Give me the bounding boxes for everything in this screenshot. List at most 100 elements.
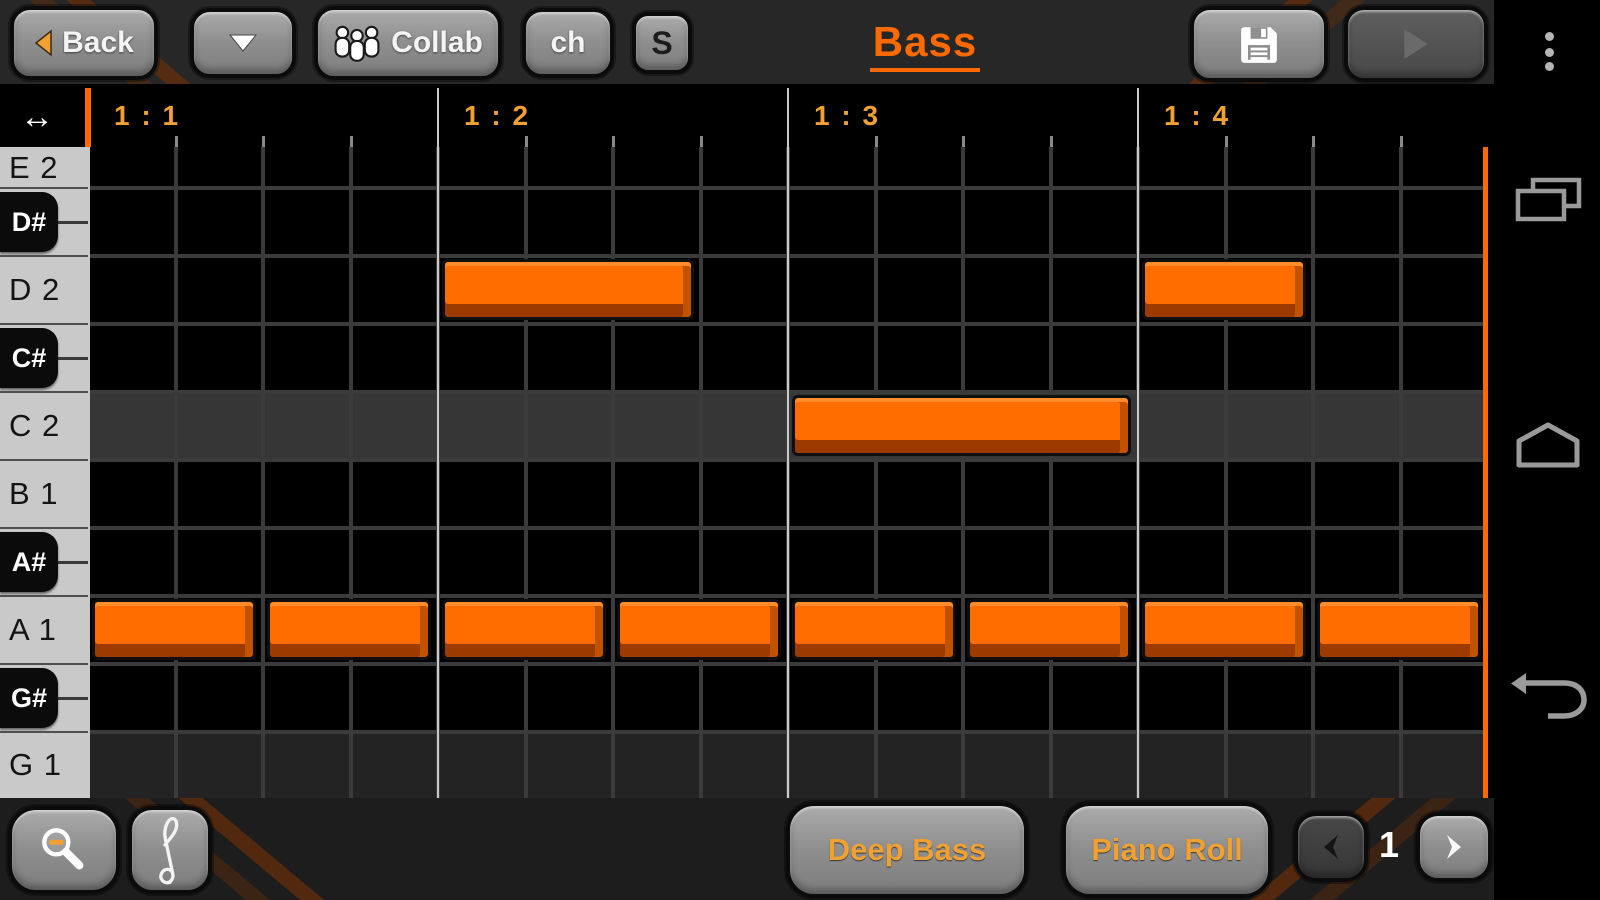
play-button[interactable]: [1344, 6, 1488, 82]
home-icon[interactable]: [1512, 420, 1584, 470]
grid-bar-line: [787, 147, 789, 798]
grid-line-vertical: [349, 147, 353, 798]
page-number: 1: [1366, 824, 1412, 866]
menu-dot-icon: [1545, 48, 1554, 57]
grid-note[interactable]: [792, 599, 956, 660]
overflow-menu-button[interactable]: [1532, 20, 1568, 80]
channel-button-label: ch: [550, 26, 585, 60]
beat-tick: [700, 136, 703, 147]
piano-key-label: G#: [11, 683, 47, 714]
beat-tick: [175, 136, 178, 147]
back-button-label: Back: [62, 26, 134, 60]
play-icon: [1401, 27, 1431, 61]
piano-key-b1[interactable]: B 1: [9, 476, 59, 512]
beat-tick: [1400, 136, 1403, 147]
grid-note[interactable]: [1317, 599, 1481, 660]
timeline-bar-line: [1137, 88, 1139, 147]
chevron-right-icon: [1441, 832, 1467, 862]
grid-line-vertical: [1049, 147, 1053, 798]
grid-line-vertical: [1399, 147, 1403, 798]
key-divider: [0, 595, 88, 597]
grid-note[interactable]: [442, 259, 694, 320]
grid-note[interactable]: [1142, 599, 1306, 660]
collab-button[interactable]: Collab: [314, 6, 502, 80]
grid-line-vertical: [524, 147, 528, 798]
grid-note[interactable]: [92, 599, 256, 660]
view-mode-button[interactable]: Piano Roll: [1062, 802, 1272, 898]
key-divider: [0, 527, 88, 529]
android-system-bar: [1494, 0, 1600, 900]
collab-people-icon: [333, 24, 381, 62]
beat-tick: [875, 136, 878, 147]
view-mode-button-label: Piano Roll: [1091, 832, 1243, 868]
page-prev-button[interactable]: [1294, 812, 1368, 882]
solo-button-label: S: [651, 25, 672, 62]
note-grid[interactable]: [88, 147, 1488, 798]
timeline-bar-label: 1 : 4: [1164, 100, 1230, 132]
grid-line-vertical: [1311, 147, 1315, 798]
piano-key-e2[interactable]: E 2: [9, 150, 59, 186]
grid-line-vertical: [261, 147, 265, 798]
beat-tick: [1225, 136, 1228, 147]
grid-note[interactable]: [792, 395, 1131, 456]
beat-tick: [350, 136, 353, 147]
solo-button[interactable]: S: [632, 12, 692, 74]
grid-line-vertical: [874, 147, 878, 798]
dropdown-button[interactable]: [190, 8, 296, 78]
grid-note[interactable]: [967, 599, 1131, 660]
piano-key-d2[interactable]: D 2: [9, 272, 60, 308]
collab-button-label: Collab: [391, 26, 483, 60]
timeline-bar-label: 1 : 3: [814, 100, 880, 132]
piano-key-label: D#: [12, 207, 47, 238]
grid-note[interactable]: [442, 599, 606, 660]
grid-note[interactable]: [617, 599, 781, 660]
channel-button[interactable]: ch: [522, 8, 614, 78]
grid-note[interactable]: [1142, 259, 1306, 320]
piano-key-d[interactable]: D#: [0, 192, 58, 252]
recent-apps-icon[interactable]: [1512, 176, 1586, 224]
piano-key-a1[interactable]: A 1: [9, 612, 57, 648]
page-next-button[interactable]: [1416, 812, 1492, 882]
grid-line-vertical: [174, 147, 178, 798]
piano-key-label: C#: [12, 343, 47, 374]
key-divider: [0, 459, 88, 461]
zoom-out-button[interactable]: [8, 806, 120, 894]
back-nav-icon[interactable]: [1510, 670, 1590, 720]
timeline-bar-line: [437, 88, 439, 147]
beat-tick: [262, 136, 265, 147]
timeline-ruler[interactable]: ↔ 1 : 11 : 21 : 31 : 4: [0, 88, 1494, 147]
menu-dot-icon: [1545, 32, 1554, 41]
piano-key-column: E 2 D# D 2 C# C 2 B 1 A# A 1 G# G 1: [0, 147, 88, 798]
piano-key-c2[interactable]: C 2: [9, 408, 60, 444]
playhead-marker[interactable]: [85, 88, 91, 147]
resize-handle-icon[interactable]: ↔: [0, 88, 88, 147]
save-button[interactable]: [1190, 6, 1328, 82]
save-floppy-icon: [1238, 23, 1280, 65]
piano-key-g[interactable]: G#: [0, 668, 58, 728]
piano-key-c[interactable]: C#: [0, 328, 58, 388]
black-key-midline: [58, 357, 88, 360]
beat-tick: [962, 136, 965, 147]
key-divider: [0, 391, 88, 393]
timeline-bar-label: 1 : 2: [464, 100, 530, 132]
grid-bar-line: [88, 147, 90, 798]
piano-key-g1[interactable]: G 1: [9, 747, 62, 783]
beat-tick: [612, 136, 615, 147]
key-divider: [0, 323, 88, 325]
back-button[interactable]: Back: [10, 6, 158, 80]
grid-note[interactable]: [267, 599, 431, 660]
chevron-down-icon: [227, 32, 259, 54]
grid-line-vertical: [1224, 147, 1228, 798]
top-toolbar: Back Collab ch S Bass: [0, 0, 1494, 84]
grid-line-vertical: [699, 147, 703, 798]
pattern-end-line: [1483, 147, 1488, 798]
key-divider: [0, 187, 88, 189]
magnifier-minus-icon: [38, 826, 90, 874]
preset-button-label: Deep Bass: [828, 832, 987, 868]
preset-button[interactable]: Deep Bass: [786, 802, 1028, 898]
treble-clef-button[interactable]: [128, 806, 212, 894]
track-title[interactable]: Bass: [820, 18, 1030, 72]
chevron-left-icon: [1318, 832, 1344, 862]
piano-key-a[interactable]: A#: [0, 532, 58, 592]
treble-clef-icon: [151, 814, 189, 886]
